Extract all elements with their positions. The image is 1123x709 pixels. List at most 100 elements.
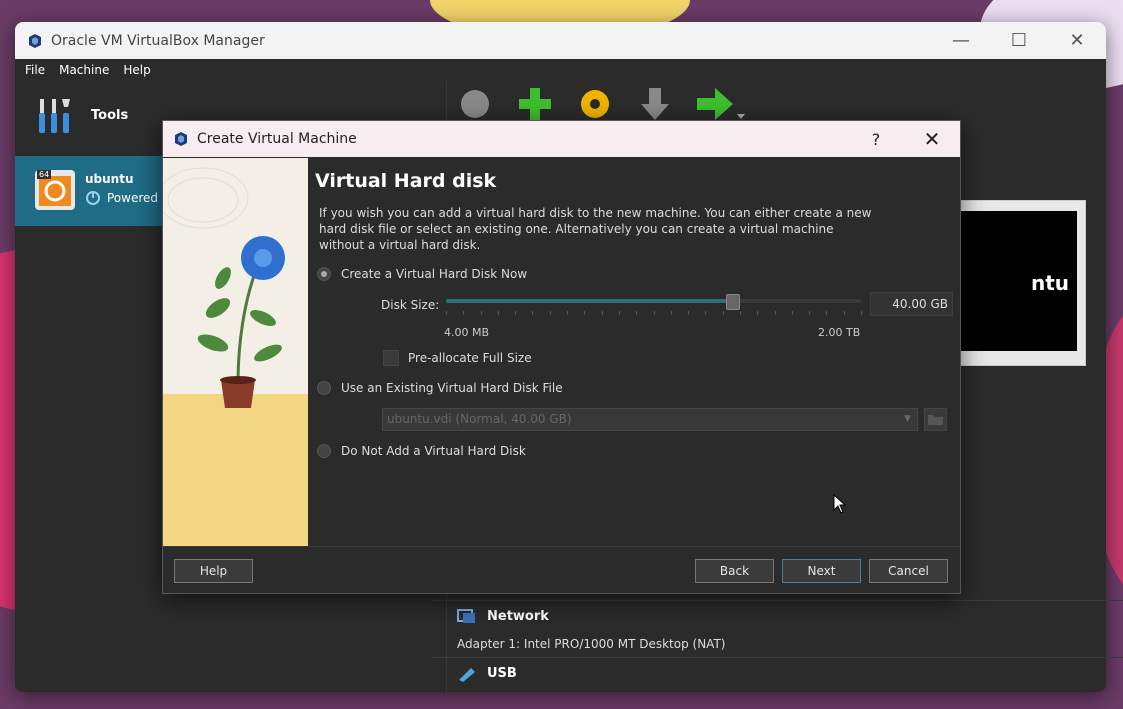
slider-tick [739,311,741,315]
disk-size-input[interactable]: 40.00 GB [870,292,953,316]
slider-fill [446,299,733,303]
vm-state: Powered [85,190,158,206]
existing-disk-select[interactable]: ubuntu.vdi (Normal, 40.00 GB) ▼ [382,408,918,431]
slider-tick [722,311,724,315]
preview-text: ntu [1030,271,1069,295]
slider-tick [843,311,845,315]
wizard-content: Virtual Hard disk If you wish you can ad… [315,158,960,546]
sidebar-item-tools[interactable]: Tools [35,95,128,135]
slider-tick [532,311,534,315]
close-button[interactable]: ✕ [1048,30,1106,51]
window-title: Oracle VM VirtualBox Manager [51,32,265,49]
dialog-footer: Help Back Next Cancel [163,546,960,593]
back-button[interactable]: Back [695,559,774,583]
slider-max-label: 2.00 TB [818,326,861,339]
tools-label: Tools [91,107,129,123]
radio-use-existing-label: Use an Existing Virtual Hard Disk File [341,381,563,395]
usb-title: USB [487,665,517,681]
radio-create-now[interactable]: Create a Virtual Hard Disk Now [317,267,527,281]
chevron-down-icon: ▼ [904,414,911,424]
vm-name: ubuntu [85,172,134,186]
usb-section-header[interactable]: USB [457,664,517,682]
radio-indicator [317,381,331,395]
slider-tick [809,311,811,315]
preallocate-label: Pre-allocate Full Size [408,351,532,365]
dialog-close-button[interactable]: ✕ [904,127,960,151]
slider-tick [618,311,620,315]
page-description: If you wish you can add a virtual hard d… [319,206,872,252]
slider-tick [515,311,517,315]
slider-tick [601,311,603,315]
radio-do-not-add-label: Do Not Add a Virtual Hard Disk [341,444,526,458]
preallocate-checkbox[interactable]: Pre-allocate Full Size [383,350,532,366]
existing-disk-value: ubuntu.vdi (Normal, 40.00 GB) [387,412,572,426]
section-divider [432,657,1123,658]
add-icon[interactable] [515,84,555,124]
slider-tick [757,311,759,315]
settings-gear-icon[interactable] [575,84,615,124]
cancel-button[interactable]: Cancel [869,559,948,583]
create-vm-dialog: Create Virtual Machine ? ✕ Virtual Hard … [162,120,961,594]
slider-min-label: 4.00 MB [444,326,490,339]
radio-create-now-label: Create a Virtual Hard Disk Now [341,267,528,281]
start-arrow-icon[interactable] [695,84,745,124]
help-question-button[interactable]: ? [848,130,904,149]
network-title: Network [487,608,549,624]
dialog-title: Create Virtual Machine [197,131,357,147]
slider-tick [653,311,655,315]
slider-tick [688,311,690,315]
virtualbox-icon [29,33,41,48]
network-icon [457,609,475,623]
slider-ticks [446,311,862,317]
slider-tick [791,311,793,315]
slider-tick [480,311,482,315]
radio-use-existing[interactable]: Use an Existing Virtual Hard Disk File [317,381,563,395]
arch-badge: 64 [37,170,52,179]
radio-indicator [317,267,331,281]
menu-help[interactable]: Help [123,63,150,77]
disk-size-label: Disk Size: [381,298,440,312]
slider-tick [774,311,776,315]
network-section-header[interactable]: Network [457,607,549,625]
slider-tick [705,311,707,315]
maximize-button[interactable]: ☐ [990,30,1048,51]
plant-illustration [163,158,308,546]
main-toolbar [455,84,745,124]
radio-do-not-add[interactable]: Do Not Add a Virtual Hard Disk [317,444,526,458]
checkbox-box [383,350,399,366]
vm-preview: ntu [944,200,1086,366]
slider-tick [636,311,638,315]
slider-tick [861,311,862,315]
network-adapter-row: Adapter 1: Intel PRO/1000 MT Desktop (NA… [457,637,726,651]
dialog-titlebar: Create Virtual Machine ? ✕ [163,121,960,157]
slider-tick [826,311,828,315]
minimize-button[interactable]: — [932,30,990,51]
next-button[interactable]: Next [782,559,861,583]
choose-disk-folder-button[interactable] [924,408,947,431]
help-button[interactable]: Help [174,559,253,583]
usb-icon [459,668,475,682]
power-icon [86,191,100,205]
wizard-illustration [163,158,308,546]
vm-state-label: Powered [107,191,159,205]
slider-tick [584,311,586,315]
slider-tick [567,311,569,315]
vm-preview-screen: ntu [953,211,1077,351]
virtualbox-icon [175,132,187,146]
tools-icon [39,99,70,133]
slider-tick [549,311,551,315]
slider-thumb[interactable] [726,294,741,310]
disk-size-slider[interactable] [446,294,861,310]
mouse-cursor-icon [833,494,847,514]
page-heading: Virtual Hard disk [315,170,497,192]
slider-tick [670,311,672,315]
section-divider [432,600,1123,601]
menu-machine[interactable]: Machine [59,63,109,77]
new-vm-star-icon[interactable] [455,84,495,124]
menu-file[interactable]: File [25,63,45,77]
window-titlebar: Oracle VM VirtualBox Manager — ☐ ✕ [15,22,1106,59]
discard-arrow-icon[interactable] [635,84,675,124]
menu-bar: File Machine Help [15,59,1106,81]
radio-indicator [317,444,331,458]
slider-tick [446,311,447,315]
